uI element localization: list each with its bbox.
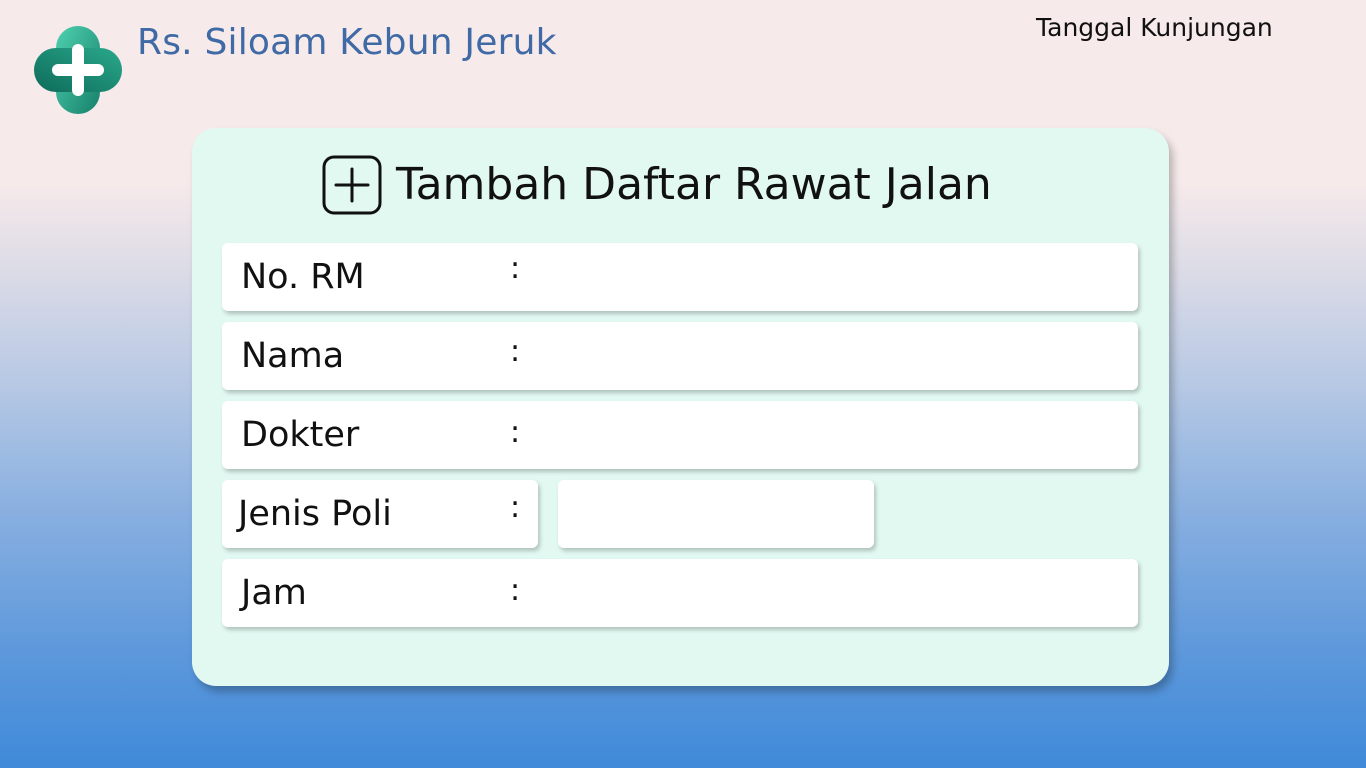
jenis-poli-box	[558, 480, 874, 548]
field-colon: :	[510, 251, 521, 286]
nama-input[interactable]	[542, 330, 1128, 382]
field-row-dokter: Dokter :	[222, 401, 1138, 469]
hospital-name: Rs. Siloam Kebun Jeruk	[137, 22, 557, 63]
field-label-jam: Jam	[241, 573, 307, 613]
plus-square-icon[interactable]	[322, 155, 382, 215]
field-colon: :	[510, 573, 521, 608]
dokter-input[interactable]	[542, 409, 1128, 461]
no-rm-input[interactable]	[542, 251, 1128, 303]
jam-input[interactable]	[542, 567, 1128, 619]
field-label-nama: Nama	[241, 336, 345, 376]
field-colon: :	[510, 334, 521, 369]
field-label-dokter: Dokter	[241, 415, 360, 455]
field-row-jam: Jam :	[222, 559, 1138, 627]
field-colon: :	[510, 490, 521, 525]
field-label-jenis-poli: Jenis Poli	[238, 494, 392, 534]
field-row-nama: Nama :	[222, 322, 1138, 390]
field-label-no-rm: No. RM	[241, 257, 365, 297]
field-row-no-rm: No. RM :	[222, 243, 1138, 311]
medical-cross-icon	[34, 26, 122, 114]
outpatient-form-card: Tambah Daftar Rawat Jalan No. RM : Nama …	[192, 128, 1169, 686]
visit-date-label: Tanggal Kunjungan	[1036, 13, 1273, 42]
form-header: Tambah Daftar Rawat Jalan	[322, 153, 992, 217]
jenis-poli-input[interactable]	[570, 488, 862, 540]
field-colon: :	[510, 415, 521, 450]
field-row-jenis-poli: Jenis Poli :	[222, 480, 538, 548]
form-title: Tambah Daftar Rawat Jalan	[396, 159, 992, 210]
